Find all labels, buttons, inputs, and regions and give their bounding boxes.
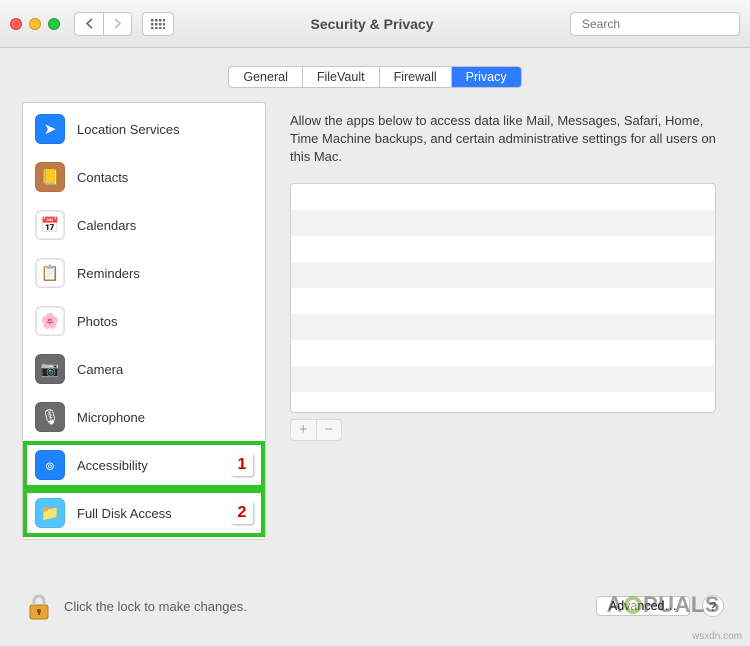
add-button[interactable]: + bbox=[291, 420, 316, 440]
list-row bbox=[291, 210, 715, 236]
source-attribution: wsxdn.com bbox=[692, 631, 742, 642]
sidebar-item-label: Microphone bbox=[77, 410, 145, 425]
nav-back-forward bbox=[74, 12, 132, 36]
traffic-lights bbox=[10, 18, 60, 30]
calendar-icon: 📅 bbox=[35, 210, 65, 240]
sidebar-item-label: Photos bbox=[77, 314, 117, 329]
folder-icon: 📁 bbox=[35, 498, 65, 528]
back-button[interactable] bbox=[75, 13, 103, 35]
add-remove-control: + − bbox=[290, 419, 342, 441]
list-row bbox=[291, 314, 715, 340]
sidebar-item-label: Accessibility bbox=[77, 458, 148, 473]
list-row bbox=[291, 184, 715, 210]
sidebar-item-microphone[interactable]: 🎙 Microphone bbox=[23, 393, 265, 441]
location-icon: ➤ bbox=[35, 114, 65, 144]
camera-icon: 📷 bbox=[35, 354, 65, 384]
tab-general[interactable]: General bbox=[229, 67, 302, 87]
window-titlebar: Security & Privacy bbox=[0, 0, 750, 48]
list-row bbox=[291, 340, 715, 366]
list-row bbox=[291, 262, 715, 288]
detail-pane: Allow the apps below to access data like… bbox=[278, 102, 728, 540]
forward-button[interactable] bbox=[103, 13, 131, 35]
window-title: Security & Privacy bbox=[180, 16, 564, 32]
tab-firewall[interactable]: Firewall bbox=[380, 67, 452, 87]
allowed-apps-list[interactable] bbox=[290, 183, 716, 413]
sidebar-item-camera[interactable]: 📷 Camera bbox=[23, 345, 265, 393]
accessibility-icon: ๏ bbox=[35, 450, 65, 480]
search-field[interactable] bbox=[570, 12, 740, 36]
sidebar-item-contacts[interactable]: 📒 Contacts bbox=[23, 153, 265, 201]
tab-filevault[interactable]: FileVault bbox=[303, 67, 380, 87]
photos-icon: 🌸 bbox=[35, 306, 65, 336]
annotation-badge: 2 bbox=[231, 502, 253, 524]
sidebar-item-photos[interactable]: 🌸 Photos bbox=[23, 297, 265, 345]
list-row bbox=[291, 366, 715, 392]
list-row bbox=[291, 288, 715, 314]
zoom-button[interactable] bbox=[48, 18, 60, 30]
tab-privacy[interactable]: Privacy bbox=[452, 67, 521, 87]
sidebar-item-calendars[interactable]: 📅 Calendars bbox=[23, 201, 265, 249]
advanced-button[interactable]: Advanced… bbox=[596, 596, 690, 616]
sidebar-item-reminders[interactable]: 📋 Reminders bbox=[23, 249, 265, 297]
tabs-bar: General FileVault Firewall Privacy bbox=[0, 66, 750, 88]
minimize-button[interactable] bbox=[29, 18, 41, 30]
search-input[interactable] bbox=[582, 17, 737, 31]
annotation-badge: 1 bbox=[231, 454, 253, 476]
privacy-category-sidebar: ➤ Location Services 📒 Contacts 📅 Calendars 📋 Re… bbox=[22, 102, 266, 540]
show-all-button[interactable] bbox=[142, 12, 174, 36]
lock-hint-text: Click the lock to make changes. bbox=[64, 599, 247, 614]
sidebar-item-label: Full Disk Access bbox=[77, 506, 172, 521]
sidebar-item-label: Reminders bbox=[77, 266, 140, 281]
reminders-icon: 📋 bbox=[35, 258, 65, 288]
close-button[interactable] bbox=[10, 18, 22, 30]
lock-icon[interactable] bbox=[26, 591, 52, 621]
sidebar-item-full-disk-access[interactable]: 📁 Full Disk Access 2 bbox=[23, 489, 265, 537]
sidebar-item-accessibility[interactable]: ๏ Accessibility 1 bbox=[23, 441, 265, 489]
sidebar-item-label: Contacts bbox=[77, 170, 128, 185]
footer-bar: Click the lock to make changes. Advanced… bbox=[0, 586, 750, 626]
detail-description: Allow the apps below to access data like… bbox=[290, 112, 716, 167]
sidebar-item-label: Camera bbox=[77, 362, 123, 377]
contacts-icon: 📒 bbox=[35, 162, 65, 192]
sidebar-item-label: Location Services bbox=[77, 122, 180, 137]
help-button[interactable]: ? bbox=[702, 595, 724, 617]
sidebar-item-label: Calendars bbox=[77, 218, 136, 233]
microphone-icon: 🎙 bbox=[35, 402, 65, 432]
list-row bbox=[291, 236, 715, 262]
sidebar-item-location-services[interactable]: ➤ Location Services bbox=[23, 105, 265, 153]
remove-button[interactable]: − bbox=[316, 420, 342, 440]
